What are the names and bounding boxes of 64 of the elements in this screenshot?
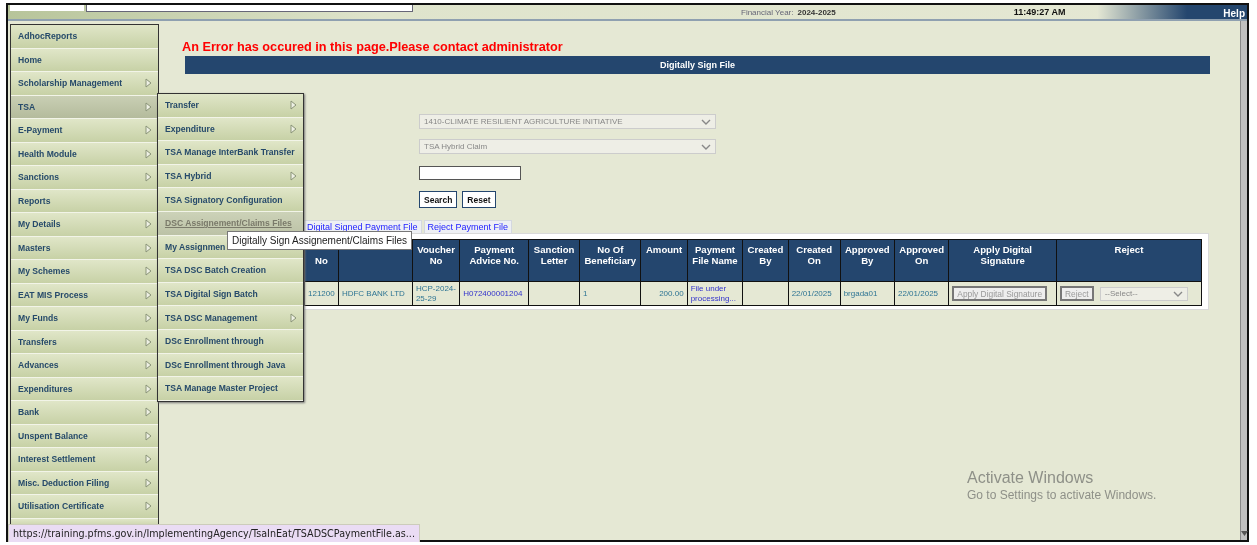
sidebar-item[interactable]: Advances bbox=[11, 354, 158, 378]
sidebar-item[interactable]: EAT MIS Process bbox=[11, 283, 158, 307]
sidebar-item[interactable]: Home bbox=[11, 48, 158, 72]
submenu-item[interactable]: TSA Signatory Configuration bbox=[158, 188, 303, 212]
column-header: Sanction Letter bbox=[528, 239, 580, 282]
column-header: Created By bbox=[742, 239, 789, 282]
sidebar-item[interactable]: Utilisation Certificate bbox=[11, 495, 158, 519]
column-header: Amount bbox=[640, 239, 688, 282]
scroll-down-icon[interactable] bbox=[1241, 531, 1248, 536]
column-header: Payment Advice No. bbox=[459, 239, 529, 282]
financial-year: 2024-2025 bbox=[797, 7, 836, 17]
tab[interactable]: Reject Payment File bbox=[423, 220, 513, 233]
submenu-item[interactable]: TSA Manage Master Project bbox=[158, 377, 303, 401]
sidebar-item[interactable]: My Details bbox=[11, 213, 158, 237]
sidebar-item[interactable]: Reports bbox=[11, 189, 158, 213]
sidebar-item[interactable]: Unspent Balance bbox=[11, 424, 158, 448]
submenu-item[interactable]: Transfer bbox=[158, 94, 303, 118]
table-cell: 121200 bbox=[304, 281, 339, 306]
chevron-down-icon bbox=[701, 118, 711, 125]
activation-title: Activate Windows bbox=[967, 469, 1095, 487]
search-field[interactable] bbox=[419, 166, 521, 180]
column-header: Payment File Name bbox=[687, 239, 743, 282]
sidebar-item[interactable]: AdhocReports bbox=[11, 25, 158, 49]
submenu-item[interactable]: TSA Manage InterBank Transfer bbox=[158, 141, 303, 165]
sidebar-item[interactable]: Health Module bbox=[11, 142, 158, 166]
panel-title: Digitally Sign File bbox=[185, 56, 1210, 74]
action-button[interactable]: Search bbox=[419, 191, 458, 208]
sidebar-item[interactable]: Interest Settlement bbox=[11, 448, 158, 472]
sidebar-item[interactable]: E-Payment bbox=[11, 119, 158, 143]
clock-time: 11:49:27 AM bbox=[1013, 7, 1066, 17]
column-header: Approved On bbox=[894, 239, 949, 282]
status-url: https://training.pfms.gov.in/ImplementingAgency/TsaInEat/TSADSCPaymentFile.as... bbox=[8, 524, 420, 542]
scrollbar[interactable] bbox=[1240, 21, 1247, 540]
column-header: Voucher No bbox=[412, 239, 460, 282]
error-message: An Error has occured in this page.Please contact administrator bbox=[182, 40, 564, 54]
submenu-item[interactable]: DSc Enrollment through Java bbox=[158, 353, 303, 378]
sidebar-item[interactable]: My Funds bbox=[11, 307, 158, 331]
sidebar-item[interactable]: Misc. Deduction Filing bbox=[11, 471, 158, 495]
sidebar-item[interactable]: Sanctions bbox=[11, 166, 158, 190]
submenu-item[interactable]: TSA Hybrid bbox=[158, 164, 303, 189]
sidebar-item[interactable]: My Schemes bbox=[11, 260, 158, 284]
column-header: Created On bbox=[788, 239, 841, 282]
sidebar-item[interactable]: Bank bbox=[11, 401, 158, 425]
submenu-item[interactable]: TSA DSC Management bbox=[158, 306, 303, 330]
chevron-down-icon bbox=[701, 143, 711, 150]
sidebar-item[interactable]: Masters bbox=[11, 236, 158, 260]
column-header: Apply Digital Signature bbox=[948, 239, 1057, 282]
column-header: No Of Beneficiary bbox=[579, 239, 641, 282]
sidebar-item[interactable]: Expenditures bbox=[11, 377, 158, 401]
submenu-item[interactable]: DSc Enrollment through bbox=[158, 329, 303, 354]
column-header: Reject bbox=[1056, 239, 1202, 282]
activation-message: Go to Settings to activate Windows. bbox=[967, 488, 1157, 502]
chevron-down-icon bbox=[1172, 290, 1183, 297]
sidebar-item[interactable]: Transfers bbox=[11, 330, 158, 354]
submenu-item[interactable]: TSA DSC Batch Creation bbox=[158, 259, 303, 283]
sidebar-item[interactable]: TSA bbox=[11, 95, 158, 119]
column-header: Approved By bbox=[840, 239, 895, 282]
help-link[interactable]: Help bbox=[1223, 8, 1245, 19]
submenu-item[interactable]: Expenditure bbox=[158, 117, 303, 142]
submenu-item[interactable]: TSA Digital Sign Batch bbox=[158, 282, 303, 307]
action-button[interactable]: Reset bbox=[462, 191, 496, 208]
financial-year-label: Financial Year: bbox=[741, 7, 794, 17]
tooltip: Digitally Sign Assignement/Claims Files bbox=[227, 231, 413, 250]
sidebar-item[interactable]: Scholarship Management bbox=[11, 72, 158, 96]
